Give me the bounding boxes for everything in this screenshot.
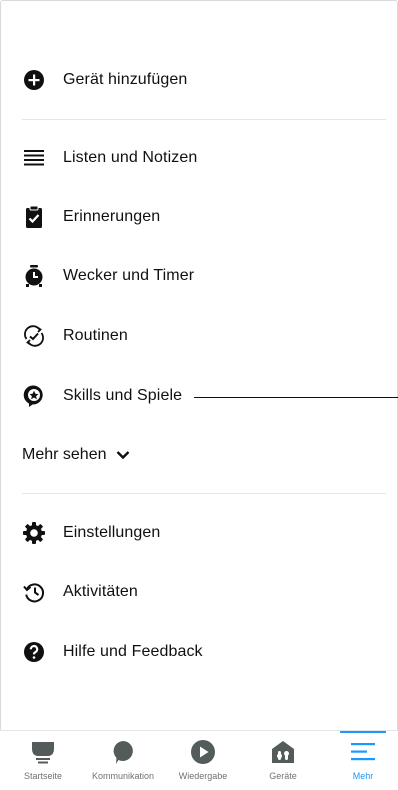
history-icon [22,580,46,604]
menu-item-add-device[interactable]: Gerät hinzufügen [22,60,187,100]
see-more-label: Mehr sehen [22,446,107,463]
menu-item-help[interactable]: Hilfe und Feedback [22,632,203,672]
divider [22,493,386,494]
divider [22,119,386,120]
tab-label: Geräte [269,771,297,781]
menu-item-label: Routinen [63,327,128,344]
annotation-line [194,397,398,398]
tab-label: Startseite [23,771,63,781]
plus-circle-icon [22,68,46,92]
menu-item-lists[interactable]: Listen und Notizen [22,138,197,178]
menu-item-routines[interactable]: Routinen [22,316,128,356]
tab-play[interactable]: Wiedergabe [163,731,243,789]
see-more-toggle[interactable]: Mehr sehen [22,443,130,467]
menu-item-skills[interactable]: Skills und Spiele [22,376,182,416]
list-icon [22,146,46,170]
tab-label: Kommunikation [91,771,155,781]
tab-label: Wiedergabe [178,771,228,781]
menu-item-label: Hilfe und Feedback [63,643,203,660]
routine-check-icon [22,324,46,348]
menu-item-label: Skills und Spiele [63,387,183,404]
menu-item-settings[interactable]: Einstellungen [22,513,160,553]
gear-icon [22,521,46,545]
tab-devices[interactable]: Geräte [243,731,323,789]
menu-item-activity[interactable]: Aktivitäten [22,572,138,612]
menu-item-reminders[interactable]: Erinnerungen [22,197,160,237]
bottom-tab-bar: Startseite Kommunikation Wiedergabe Gerä… [0,730,398,790]
home-device-icon [3,739,83,765]
hamburger-menu-icon [323,739,398,765]
menu-item-label: Gerät hinzufügen [63,71,188,88]
chevron-down-icon [116,450,130,460]
menu-item-label: Listen und Notizen [63,149,198,166]
skills-bubble-icon [22,384,46,408]
play-icon [163,739,243,765]
clipboard-check-icon [22,205,46,229]
speech-bubble-icon [83,739,163,765]
alarm-clock-icon [22,264,46,288]
menu-item-label: Einstellungen [63,524,161,541]
tab-label: Mehr [352,771,374,781]
menu-item-label: Erinnerungen [63,208,161,225]
tab-home[interactable]: Startseite [3,731,83,789]
help-icon [22,640,46,664]
tab-more[interactable]: Mehr [323,731,398,789]
devices-home-icon [243,739,323,765]
tab-communicate[interactable]: Kommunikation [83,731,163,789]
menu-item-alarms[interactable]: Wecker und Timer [22,256,194,296]
menu-item-label: Aktivitäten [63,583,138,600]
menu-item-label: Wecker und Timer [63,267,195,284]
